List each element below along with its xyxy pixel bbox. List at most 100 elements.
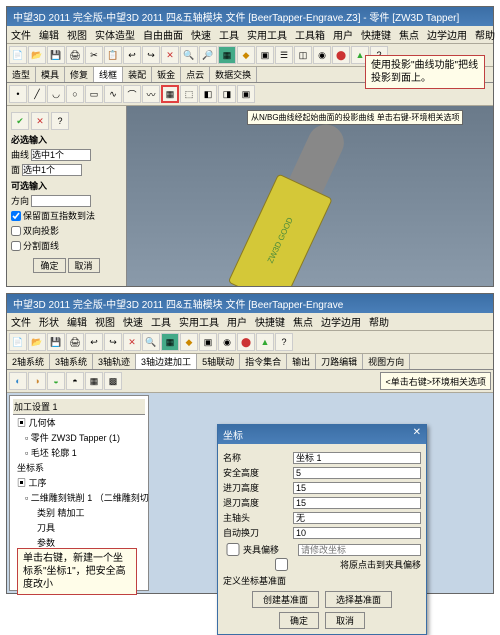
help-icon[interactable]: ?: [51, 112, 69, 130]
tab[interactable]: 装配: [123, 67, 152, 82]
tab[interactable]: 点云: [181, 67, 210, 82]
tab[interactable]: 造型: [7, 67, 36, 82]
tab[interactable]: 视图方向: [363, 354, 410, 369]
circle-icon[interactable]: ○: [66, 85, 84, 103]
tool-icon[interactable]: ◉: [218, 333, 236, 351]
tool-icon[interactable]: ?: [275, 333, 293, 351]
tool-icon[interactable]: 🖨: [66, 46, 84, 64]
tool-icon[interactable]: ◫: [294, 46, 312, 64]
menu-item[interactable]: 工具: [151, 314, 171, 329]
menu-item[interactable]: 形状: [39, 314, 59, 329]
tool-icon[interactable]: 🔍: [142, 333, 160, 351]
spline-icon[interactable]: ∿: [104, 85, 122, 103]
cam-icon[interactable]: ◒: [47, 372, 65, 390]
tool-icon[interactable]: ◧: [199, 85, 217, 103]
menu-item[interactable]: 编辑: [39, 27, 59, 42]
menu-item[interactable]: 快速: [191, 27, 211, 42]
curve-input[interactable]: [31, 149, 91, 161]
input-safe-height[interactable]: [293, 467, 421, 479]
menu-item[interactable]: 焦点: [399, 27, 419, 42]
tool-icon[interactable]: ✕: [123, 333, 141, 351]
line-icon[interactable]: ╱: [28, 85, 46, 103]
menu-item[interactable]: 帮助: [475, 27, 495, 42]
select-datum-button[interactable]: 选择基准面: [325, 591, 392, 608]
cb-split-face[interactable]: [11, 241, 21, 251]
tab[interactable]: 模具: [36, 67, 65, 82]
dot-icon[interactable]: •: [9, 85, 27, 103]
input-fixture[interactable]: [298, 544, 421, 556]
input-retract[interactable]: [293, 497, 421, 509]
tool-icon[interactable]: ▣: [237, 85, 255, 103]
tool-icon[interactable]: ☰: [275, 46, 293, 64]
tree-stock[interactable]: ▫ 毛坯 轮廓 1: [13, 445, 145, 460]
menu-item[interactable]: 快捷键: [361, 27, 391, 42]
menu-item[interactable]: 快速: [123, 314, 143, 329]
menu-item[interactable]: 实用工具: [179, 314, 219, 329]
input-name[interactable]: [293, 452, 421, 464]
cam-icon[interactable]: ◑: [28, 372, 46, 390]
menu-item[interactable]: 快捷键: [255, 314, 285, 329]
tree-csys[interactable]: 坐标系: [13, 460, 145, 475]
menu-item[interactable]: 焦点: [293, 314, 313, 329]
menu-item[interactable]: 自由曲面: [143, 27, 183, 42]
tree-part[interactable]: ▫ 零件 ZW3D Tapper (1): [13, 430, 145, 445]
cb-bidirectional[interactable]: [11, 226, 21, 236]
tool-icon[interactable]: ✂: [85, 46, 103, 64]
input-approach[interactable]: [293, 482, 421, 494]
tab[interactable]: 2轴系统: [7, 354, 50, 369]
menu-item[interactable]: 工具箱: [295, 27, 325, 42]
menu-item[interactable]: 视图: [95, 314, 115, 329]
tool-icon[interactable]: 📂: [28, 333, 46, 351]
tool-icon[interactable]: 📄: [9, 46, 27, 64]
input-spindle[interactable]: [293, 512, 421, 524]
cb-origin[interactable]: [223, 558, 340, 571]
tool-icon[interactable]: ▲: [256, 333, 274, 351]
menu-item[interactable]: 实用工具: [247, 27, 287, 42]
tool-icon[interactable]: ↪: [104, 333, 122, 351]
tool-icon[interactable]: ✕: [161, 46, 179, 64]
tree-tool[interactable]: 刀具: [13, 520, 145, 535]
tab[interactable]: 输出: [287, 354, 316, 369]
tool-icon[interactable]: 📄: [9, 333, 27, 351]
tab[interactable]: 3轴轨迹: [93, 354, 136, 369]
menu-item[interactable]: 文件: [11, 314, 31, 329]
tool-icon[interactable]: ⬚: [180, 85, 198, 103]
create-datum-button[interactable]: 创建基准面: [252, 591, 319, 608]
tab[interactable]: 5轴联动: [197, 354, 240, 369]
cam-icon[interactable]: ◐: [9, 372, 27, 390]
tree-operations[interactable]: ▣ 工序: [13, 475, 145, 490]
ok-button[interactable]: 确定: [279, 612, 319, 629]
tool-icon[interactable]: ▣: [199, 333, 217, 351]
tree-cat[interactable]: 类别 精加工: [13, 505, 145, 520]
tool-icon[interactable]: ↩: [85, 333, 103, 351]
tree-op[interactable]: ▫ 二维雕刻铣削 1 （二维雕刻切削）: [13, 490, 145, 505]
tool-icon[interactable]: 🔍: [180, 46, 198, 64]
tool-icon[interactable]: 📋: [104, 46, 122, 64]
tool-icon[interactable]: 🔎: [199, 46, 217, 64]
tool-icon[interactable]: ▦: [161, 333, 179, 351]
menu-item[interactable]: 编辑: [67, 314, 87, 329]
tool-icon[interactable]: ◨: [218, 85, 236, 103]
tool-icon[interactable]: ◆: [180, 333, 198, 351]
cancel-button[interactable]: 取消: [68, 258, 100, 273]
project-curve-button[interactable]: ▦: [161, 85, 179, 103]
tool-icon[interactable]: ▦: [218, 46, 236, 64]
tool-icon[interactable]: ▣: [256, 46, 274, 64]
rect-icon[interactable]: ▭: [85, 85, 103, 103]
tree-geometry[interactable]: ▣ 几何体: [13, 415, 145, 430]
tab[interactable]: 刀路编辑: [316, 354, 363, 369]
curve-icon[interactable]: ⌒: [123, 85, 141, 103]
tab[interactable]: 钣金: [152, 67, 181, 82]
menu-item[interactable]: 视图: [67, 27, 87, 42]
face-input[interactable]: [22, 164, 82, 176]
direction-input[interactable]: [31, 195, 91, 207]
tool-icon[interactable]: 🖨: [66, 333, 84, 351]
arc-icon[interactable]: ◡: [47, 85, 65, 103]
menu-item[interactable]: 用户: [333, 27, 353, 42]
menu-item[interactable]: 工具: [219, 27, 239, 42]
menu-item[interactable]: 边学边用: [321, 314, 361, 329]
menu-item[interactable]: 用户: [227, 314, 247, 329]
tool-icon[interactable]: ◉: [313, 46, 331, 64]
tool-icon[interactable]: ⬤: [237, 333, 255, 351]
cb-fixture[interactable]: [223, 543, 243, 556]
